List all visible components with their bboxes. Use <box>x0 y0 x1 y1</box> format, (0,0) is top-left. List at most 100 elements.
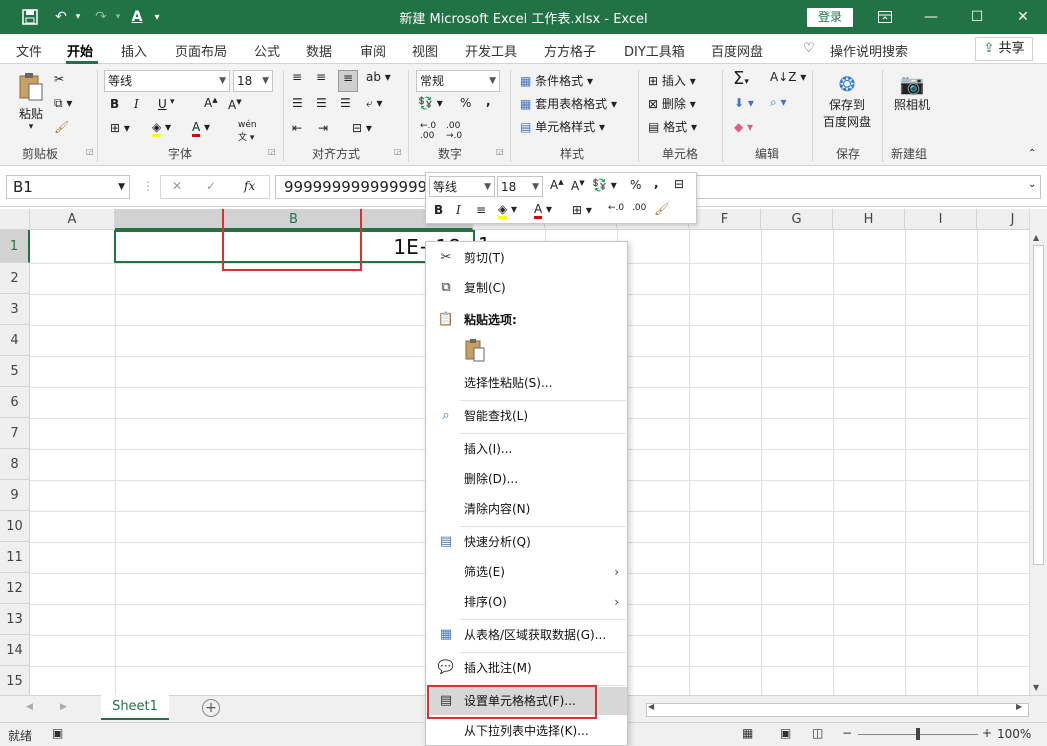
mini-increase-decimal-icon[interactable]: ←.0 <box>608 203 624 213</box>
mini-italic-icon[interactable]: I <box>456 203 461 217</box>
page-break-view-icon[interactable]: ◫ <box>812 726 823 740</box>
decrease-font-icon[interactable]: A▼ <box>228 98 242 112</box>
phonetic-icon[interactable]: wén 文 ▾ <box>238 120 257 143</box>
menu-item-quick-analysis[interactable]: ▤ 快速分析(Q) <box>427 528 627 556</box>
align-left-icon[interactable]: ☰ <box>292 96 303 110</box>
menu-item-cut[interactable]: ✂ 剪切(T) <box>427 244 627 272</box>
row-header-2[interactable]: 2 <box>0 263 30 294</box>
scroll-up-icon[interactable]: ▲ <box>1033 233 1039 242</box>
menu-item-insert-comment[interactable]: 💬 插入批注(M) <box>427 654 627 682</box>
italic-button[interactable]: I <box>134 97 139 111</box>
row-header-8[interactable]: 8 <box>0 449 30 480</box>
row-header-5[interactable]: 5 <box>0 356 30 387</box>
menu-item-insert[interactable]: 插入(I)... <box>427 435 627 463</box>
tab-insert[interactable]: 插入 <box>121 41 147 60</box>
merge-center-icon[interactable]: ⊟ ▾ <box>352 121 372 135</box>
scroll-left-icon[interactable]: ◀ <box>648 702 654 711</box>
row-header-11[interactable]: 11 <box>0 542 30 573</box>
mini-percent-icon[interactable]: % <box>630 178 641 192</box>
horizontal-scrollbar[interactable] <box>646 703 1029 717</box>
align-bottom-icon[interactable]: ≡ <box>338 70 358 92</box>
mini-accounting-icon[interactable]: 💱 ▾ <box>592 178 617 192</box>
expand-formula-icon[interactable]: ⌄ <box>1028 179 1036 190</box>
format-cells-button[interactable]: ▤ 格式 ▾ <box>648 118 697 135</box>
decrease-indent-icon[interactable]: ⇤ <box>292 121 302 135</box>
bold-button[interactable]: B <box>110 97 119 111</box>
maximize-icon[interactable]: ☐ <box>964 0 990 34</box>
row-header-14[interactable]: 14 <box>0 635 30 666</box>
insert-function-icon[interactable]: fx <box>244 179 255 193</box>
row-header-3[interactable]: 3 <box>0 294 30 325</box>
mini-increase-font-icon[interactable]: A▲ <box>550 178 564 192</box>
minimize-icon[interactable]: — <box>918 0 944 34</box>
align-middle-icon[interactable]: ≡ <box>316 70 326 84</box>
zoom-slider-thumb[interactable] <box>916 728 920 740</box>
alignment-launcher-icon[interactable]: ◲ <box>394 147 402 156</box>
mini-bold-icon[interactable]: B <box>434 203 443 217</box>
number-format-combo[interactable]: 常规 ▼ <box>416 70 500 92</box>
zoom-out-icon[interactable]: − <box>842 726 852 740</box>
share-button[interactable]: ⇪ 共享 <box>975 37 1033 61</box>
percent-icon[interactable]: % <box>460 96 471 110</box>
tell-me-search[interactable]: 操作说明搜索 <box>830 41 908 60</box>
align-center-icon[interactable]: ☰ <box>316 96 327 110</box>
cancel-entry-icon[interactable]: ✕ <box>172 179 182 193</box>
paste-button[interactable]: 粘贴 ▾ <box>14 72 48 132</box>
confirm-entry-icon[interactable]: ✓ <box>206 179 216 193</box>
clipboard-launcher-icon[interactable]: ◲ <box>86 147 94 156</box>
page-layout-view-icon[interactable]: ▣ <box>780 726 791 740</box>
menu-item-pick-from-list[interactable]: 从下拉列表中选择(K)... <box>427 717 627 745</box>
col-header-f[interactable]: F <box>689 209 761 230</box>
insert-cells-button[interactable]: ⊞ 插入 ▾ <box>648 72 696 89</box>
row-header-10[interactable]: 10 <box>0 511 30 542</box>
tab-fangfang[interactable]: 方方格子 <box>544 41 596 60</box>
decrease-decimal-icon[interactable]: .00 →.0 <box>446 121 462 141</box>
font-launcher-icon[interactable]: ◲ <box>268 147 276 156</box>
mini-align-center-icon[interactable]: ≡ <box>476 203 486 217</box>
menu-item-smart-lookup[interactable]: ⌕ 智能查找(L) <box>427 402 627 430</box>
name-box[interactable]: B1 ▼ <box>6 175 130 199</box>
align-top-icon[interactable]: ≡ <box>292 70 302 84</box>
tab-view[interactable]: 视图 <box>412 41 438 60</box>
cut-icon[interactable]: ✂ <box>54 72 64 86</box>
menu-item-get-data[interactable]: ▦ 从表格/区域获取数据(G)... <box>427 621 627 649</box>
tab-developer[interactable]: 开发工具 <box>465 41 517 60</box>
mini-decrease-font-icon[interactable]: A▼ <box>571 179 585 193</box>
tab-page-layout[interactable]: 页面布局 <box>175 41 227 60</box>
col-header-a[interactable]: A <box>30 209 115 230</box>
tab-data[interactable]: 数据 <box>306 41 332 60</box>
orientation-icon[interactable]: ab ▾ <box>366 70 391 84</box>
cell-styles-button[interactable]: ▤ 单元格样式 ▾ <box>520 118 605 135</box>
add-sheet-icon[interactable]: + <box>202 699 220 717</box>
zoom-in-icon[interactable]: + <box>982 726 992 740</box>
autosum-icon[interactable]: Σ▾ <box>733 68 749 89</box>
mini-merge-icon[interactable]: ⊟ <box>674 177 684 191</box>
vertical-scrollbar[interactable]: ▲ ▼ <box>1029 209 1047 695</box>
mini-size-combo[interactable]: 18 ▼ <box>497 176 543 197</box>
row-header-12[interactable]: 12 <box>0 573 30 604</box>
mini-comma-icon[interactable]: , <box>654 176 659 190</box>
menu-item-sort[interactable]: 排序(O) › <box>427 588 627 616</box>
underline-button[interactable]: U <box>158 97 167 111</box>
scroll-down-icon[interactable]: ▼ <box>1033 683 1039 692</box>
font-name-combo[interactable]: 等线 ▼ <box>104 70 230 92</box>
delete-cells-button[interactable]: ⊠ 删除 ▾ <box>648 95 696 112</box>
accounting-format-icon[interactable]: 💱 ▾ <box>418 96 443 110</box>
login-button[interactable]: 登录 <box>807 8 853 27</box>
row-header-4[interactable]: 4 <box>0 325 30 356</box>
mini-fill-color-icon[interactable]: ◈ ▾ <box>498 202 517 219</box>
mini-font-color-icon[interactable]: A ▾ <box>534 202 552 219</box>
paste-option-button[interactable] <box>464 338 488 364</box>
conditional-format-button[interactable]: ▦ 条件格式 ▾ <box>520 72 593 89</box>
format-as-table-button[interactable]: ▦ 套用表格格式 ▾ <box>520 95 617 112</box>
row-header-15[interactable]: 15 <box>0 666 30 695</box>
menu-item-delete[interactable]: 删除(D)... <box>427 465 627 493</box>
tab-review[interactable]: 审阅 <box>360 41 386 60</box>
camera-button[interactable]: 📷 照相机 <box>890 72 934 113</box>
sheet-tab-sheet1[interactable]: Sheet1 <box>101 695 169 720</box>
prev-sheet-icon[interactable]: ◀ <box>26 702 33 712</box>
collapse-ribbon-icon[interactable]: ⌃ <box>1028 148 1036 159</box>
ribbon-display-icon[interactable] <box>872 0 898 34</box>
increase-indent-icon[interactable]: ⇥ <box>318 121 328 135</box>
row-header-1[interactable]: 1 <box>0 230 30 263</box>
